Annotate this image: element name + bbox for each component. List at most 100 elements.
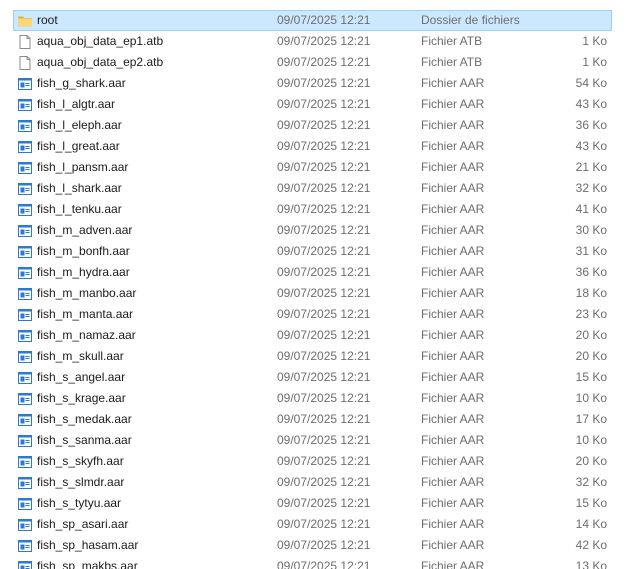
file-type: Fichier AAR (421, 223, 485, 237)
file-size: 1 Ko (582, 55, 607, 69)
file-type: Fichier AAR (421, 202, 485, 216)
file-type: Fichier AAR (421, 181, 485, 195)
file-row[interactable]: fish_l_great.aar 09/07/2025 12:21 Fichier … (13, 136, 612, 157)
app-file-icon (17, 95, 33, 114)
file-name: fish_l_tenku.aar (37, 202, 122, 216)
file-row[interactable]: fish_sp_hasam.aar 09/07/2025 12:21 Fichier… (13, 535, 612, 556)
file-row[interactable]: aqua_obj_data_ep1.atb 09/07/2025 12:21 Fic… (13, 31, 612, 52)
file-row[interactable]: fish_s_slmdr.aar 09/07/2025 12:21 Fichier … (13, 472, 612, 493)
file-row[interactable]: fish_m_skull.aar 09/07/2025 12:21 Fichier … (13, 346, 612, 367)
file-type: Fichier ATB (421, 55, 483, 69)
file-name: fish_m_adven.aar (37, 223, 133, 237)
file-row[interactable]: fish_l_tenku.aar 09/07/2025 12:21 Fichier … (13, 199, 612, 220)
file-size: 20 Ko (575, 328, 607, 342)
file-type: Fichier AAR (421, 454, 485, 468)
file-row[interactable]: fish_sp_makbs.aar 09/07/2025 12:21 Fichier… (13, 556, 612, 569)
file-type: Fichier AAR (421, 328, 485, 342)
file-modified-date: 09/07/2025 12:21 (277, 286, 371, 300)
file-row[interactable]: fish_sp_asari.aar 09/07/2025 12:21 Fichier… (13, 514, 612, 535)
app-file-icon (17, 116, 33, 135)
file-row[interactable]: fish_l_shark.aar 09/07/2025 12:21 Fichier … (13, 178, 612, 199)
file-row[interactable]: aqua_obj_data_ep2.atb 09/07/2025 12:21 Fic… (13, 52, 612, 73)
file-size: 23 Ko (575, 307, 607, 321)
file-name: fish_l_algtr.aar (37, 97, 116, 111)
app-file-icon (17, 137, 33, 156)
file-type: Fichier ATB (421, 34, 483, 48)
app-file-icon (17, 515, 33, 534)
file-name: fish_sp_makbs.aar (37, 559, 138, 569)
app-file-icon (17, 74, 33, 93)
file-modified-date: 09/07/2025 12:21 (277, 223, 371, 237)
file-row[interactable]: fish_m_manta.aar 09/07/2025 12:21 Fichier … (13, 304, 612, 325)
app-file-icon (17, 368, 33, 387)
file-type: Fichier AAR (421, 433, 485, 447)
file-row[interactable]: fish_s_tytyu.aar 09/07/2025 12:21 Fichier … (13, 493, 612, 514)
file-modified-date: 09/07/2025 12:21 (277, 538, 371, 552)
file-name: fish_m_namaz.aar (37, 328, 136, 342)
file-type: Fichier AAR (421, 370, 485, 384)
file-name: fish_s_sanma.aar (37, 433, 132, 447)
file-row[interactable]: root 09/07/2025 12:21 Dossier de fichiers (13, 10, 612, 31)
file-name: fish_l_eleph.aar (37, 118, 122, 132)
file-size: 13 Ko (575, 559, 607, 569)
file-size: 36 Ko (575, 265, 607, 279)
file-row[interactable]: fish_s_sanma.aar 09/07/2025 12:21 Fichier … (13, 430, 612, 451)
file-type: Fichier AAR (421, 265, 485, 279)
file-row[interactable]: fish_m_manbo.aar 09/07/2025 12:21 Fichier … (13, 283, 612, 304)
app-file-icon (17, 200, 33, 219)
file-size: 14 Ko (575, 517, 607, 531)
file-name: fish_s_angel.aar (37, 370, 126, 384)
file-size: 10 Ko (575, 433, 607, 447)
file-row[interactable]: fish_l_eleph.aar 09/07/2025 12:21 Fichier … (13, 115, 612, 136)
file-row[interactable]: fish_l_pansm.aar 09/07/2025 12:21 Fichier … (13, 157, 612, 178)
file-name: fish_l_pansm.aar (37, 160, 129, 174)
file-modified-date: 09/07/2025 12:21 (277, 265, 371, 279)
file-name: fish_s_medak.aar (37, 412, 132, 426)
file-name: fish_m_hydra.aar (37, 265, 130, 279)
file-name: fish_l_shark.aar (37, 181, 122, 195)
file-size: 20 Ko (575, 454, 607, 468)
file-modified-date: 09/07/2025 12:21 (277, 517, 371, 531)
file-type: Fichier AAR (421, 76, 485, 90)
file-modified-date: 09/07/2025 12:21 (277, 412, 371, 426)
file-modified-date: 09/07/2025 12:21 (277, 244, 371, 258)
file-modified-date: 09/07/2025 12:21 (277, 559, 371, 569)
file-modified-date: 09/07/2025 12:21 (277, 496, 371, 510)
app-file-icon (17, 305, 33, 324)
file-size: 36 Ko (575, 118, 607, 132)
file-type: Fichier AAR (421, 538, 485, 552)
file-row[interactable]: fish_m_namaz.aar 09/07/2025 12:21 Fichier … (13, 325, 612, 346)
file-modified-date: 09/07/2025 12:21 (277, 370, 371, 384)
file-row[interactable]: fish_m_bonfh.aar 09/07/2025 12:21 Fichier … (13, 241, 612, 262)
file-row[interactable]: fish_l_algtr.aar 09/07/2025 12:21 Fichier … (13, 94, 612, 115)
file-row[interactable]: fish_m_adven.aar 09/07/2025 12:21 Fichier … (13, 220, 612, 241)
file-size: 18 Ko (575, 286, 607, 300)
file-size: 31 Ko (575, 244, 607, 258)
app-file-icon (17, 221, 33, 240)
file-modified-date: 09/07/2025 12:21 (277, 307, 371, 321)
file-modified-date: 09/07/2025 12:21 (277, 34, 371, 48)
file-row[interactable]: fish_m_hydra.aar 09/07/2025 12:21 Fichier … (13, 262, 612, 283)
file-row[interactable]: fish_s_skyfh.aar 09/07/2025 12:21 Fichier … (13, 451, 612, 472)
file-size: 21 Ko (575, 160, 607, 174)
app-file-icon (17, 284, 33, 303)
file-modified-date: 09/07/2025 12:21 (277, 349, 371, 363)
file-type: Fichier AAR (421, 559, 485, 569)
app-file-icon (17, 410, 33, 429)
app-file-icon (17, 389, 33, 408)
file-row[interactable]: fish_s_krage.aar 09/07/2025 12:21 Fichier … (13, 388, 612, 409)
file-name: fish_s_slmdr.aar (37, 475, 125, 489)
file-size (534, 11, 607, 30)
file-name: fish_s_skyfh.aar (37, 454, 124, 468)
file-row[interactable]: fish_s_medak.aar 09/07/2025 12:21 Fichier … (13, 409, 612, 430)
file-size: 54 Ko (575, 76, 607, 90)
file-size: 20 Ko (575, 349, 607, 363)
file-row[interactable]: fish_g_shark.aar 09/07/2025 12:21 Fichier … (13, 73, 612, 94)
file-name: fish_sp_asari.aar (37, 517, 129, 531)
file-type: Fichier AAR (421, 349, 485, 363)
file-size: 32 Ko (575, 475, 607, 489)
file-name: aqua_obj_data_ep2.atb (37, 55, 164, 69)
file-type: Fichier AAR (421, 475, 485, 489)
file-row[interactable]: fish_s_angel.aar 09/07/2025 12:21 Fichier … (13, 367, 612, 388)
file-type: Fichier AAR (421, 412, 485, 426)
